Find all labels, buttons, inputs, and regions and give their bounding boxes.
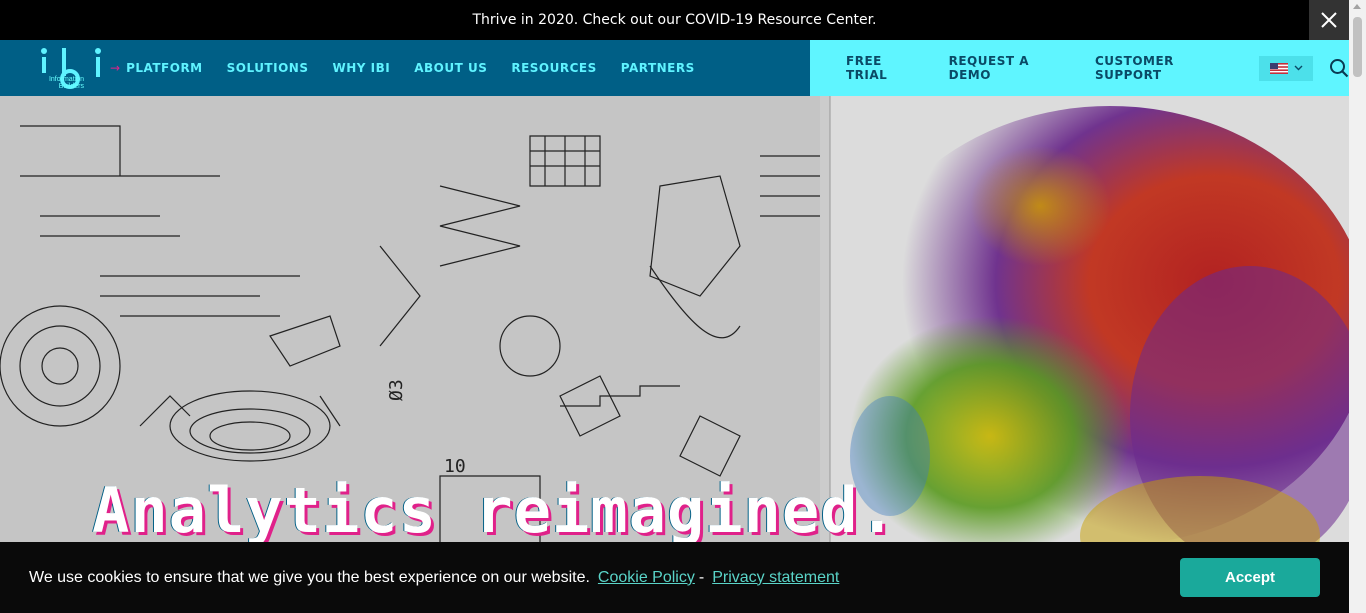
- cookie-separator: -: [698, 568, 705, 586]
- logo-line-2: Builders: [58, 83, 84, 90]
- hero-headline: Analytics reimagined.: [92, 474, 897, 547]
- cookie-policy-link[interactable]: Cookie Policy: [598, 569, 695, 587]
- scrollbar-thumb[interactable]: [1353, 17, 1362, 77]
- close-announcement-button[interactable]: [1309, 0, 1349, 40]
- chevron-down-icon: [1294, 65, 1303, 71]
- logo-wordmark: Information Builders: [24, 76, 84, 90]
- request-demo-link[interactable]: REQUEST A DEMO: [949, 54, 1071, 82]
- nav-item-partners[interactable]: PARTNERS: [621, 61, 695, 75]
- close-icon: [1321, 12, 1337, 28]
- svg-text:Ø3: Ø3: [386, 379, 407, 401]
- us-flag-icon: [1269, 62, 1288, 74]
- language-selector[interactable]: [1259, 55, 1313, 81]
- arrow-icon: →: [110, 61, 121, 75]
- free-trial-link[interactable]: FREE TRIAL: [846, 54, 925, 82]
- page-scrollbar[interactable]: [1349, 0, 1366, 613]
- nav-item-platform[interactable]: PLATFORM: [126, 61, 203, 75]
- scroll-up-arrow-icon[interactable]: [1353, 4, 1361, 9]
- nav-item-solutions[interactable]: SOLUTIONS: [227, 61, 309, 75]
- search-button[interactable]: [1329, 58, 1349, 78]
- nav-item-resources[interactable]: RESOURCES: [511, 61, 596, 75]
- cookie-message: We use cookies to ensure that we give yo…: [29, 568, 590, 586]
- logo-line-1: Information: [48, 76, 84, 83]
- nav-item-why-ibi[interactable]: WHY IBI: [332, 61, 390, 75]
- accept-cookies-button[interactable]: Accept: [1180, 558, 1320, 597]
- nav-item-about-us[interactable]: ABOUT US: [414, 61, 487, 75]
- nav-secondary: FREE TRIAL REQUEST A DEMO CUSTOMER SUPPO…: [810, 40, 1349, 96]
- privacy-statement-link[interactable]: Privacy statement: [712, 569, 839, 587]
- ibi-logo[interactable]: Information Builders: [22, 40, 104, 96]
- customer-support-link[interactable]: CUSTOMER SUPPORT: [1095, 54, 1239, 82]
- nav-primary: Information Builders → PLATFORM SOLUTION…: [0, 40, 810, 96]
- hero-section: Ø3 10 Analytics reimagined.: [0, 96, 1349, 613]
- main-navigation: Information Builders → PLATFORM SOLUTION…: [0, 40, 1349, 96]
- nav-links: PLATFORM SOLUTIONS WHY IBI ABOUT US RESO…: [126, 61, 695, 75]
- announcement-bar: Thrive in 2020. Check out our COVID-19 R…: [0, 0, 1349, 40]
- search-icon: [1329, 59, 1349, 78]
- cookie-banner: We use cookies to ensure that we give yo…: [0, 542, 1349, 613]
- announcement-text[interactable]: Thrive in 2020. Check out our COVID-19 R…: [473, 12, 877, 28]
